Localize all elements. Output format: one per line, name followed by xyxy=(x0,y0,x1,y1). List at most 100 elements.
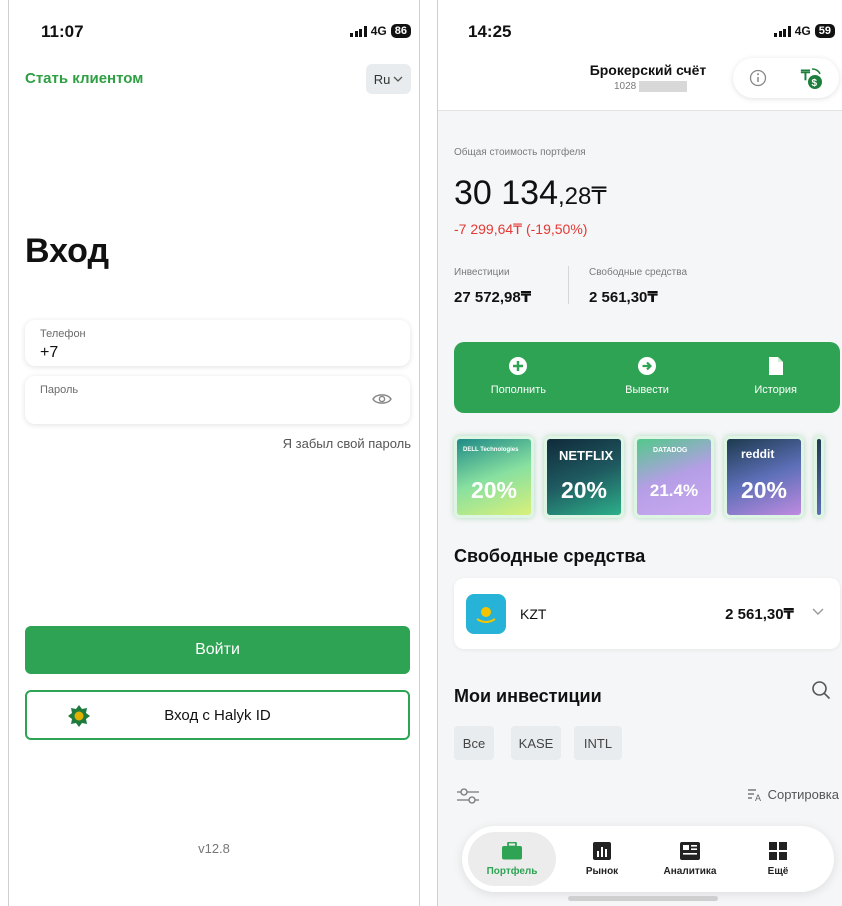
phone-value: +7 xyxy=(40,344,59,361)
forgot-password-link[interactable]: Я забыл свой пароль xyxy=(283,436,411,451)
sort-button[interactable]: A Сортировка xyxy=(747,787,839,802)
language-selector[interactable]: Ru xyxy=(366,64,411,94)
history-button[interactable]: История xyxy=(711,342,840,413)
investments-label: Инвестиции xyxy=(454,267,510,278)
header: Брокерский счёт 1028 ₸ $ xyxy=(438,56,842,111)
story-brand: reddit xyxy=(741,447,775,461)
chevron-down-icon xyxy=(393,76,403,82)
halyk-id-button[interactable]: Вход с Halyk ID xyxy=(25,690,410,740)
story-brand: DELL Technologies xyxy=(463,447,519,453)
story-reddit[interactable]: reddit 20% xyxy=(724,436,804,518)
home-indicator xyxy=(568,896,718,901)
portfolio-screen: 14:25 4G 59 Брокерский счёт 1028 ₸ $ Общ… xyxy=(437,0,842,906)
withdraw-label: Вывести xyxy=(625,384,669,396)
account-number: 1028 xyxy=(614,81,688,92)
currency-card[interactable]: KZT 2 561,30₸ xyxy=(454,578,840,649)
account-number-mask xyxy=(639,81,688,92)
plus-circle-icon xyxy=(509,357,528,375)
nav-more-label: Ещё xyxy=(767,865,789,877)
app-version: v12.8 xyxy=(198,841,230,856)
status-indicators: 4G 86 xyxy=(350,24,411,38)
grid-icon xyxy=(769,841,787,860)
eye-icon[interactable] xyxy=(372,392,392,406)
story-datadog[interactable]: DATADOG 21.4% xyxy=(634,436,714,518)
login-button[interactable]: Войти xyxy=(25,626,410,674)
story-partial[interactable] xyxy=(814,436,824,518)
svg-text:A: A xyxy=(755,793,761,802)
withdraw-button[interactable]: Вывести xyxy=(583,342,712,413)
portfolio-label: Общая стоимость портфеля xyxy=(454,147,586,158)
topup-label: Пополнить xyxy=(490,384,546,396)
nav-market[interactable]: Рынок xyxy=(558,832,646,886)
status-indicators: 4G 59 xyxy=(774,24,835,38)
free-funds-label: Свободные средства xyxy=(589,267,688,278)
story-brand: DATADOG xyxy=(653,447,688,454)
story-percent: 20% xyxy=(470,477,518,503)
free-funds-value: 2 561,30₸ xyxy=(589,289,658,306)
story-percent: 21.4% xyxy=(649,481,699,500)
header-actions: ₸ $ xyxy=(733,58,839,98)
password-field[interactable]: Пароль xyxy=(25,376,410,424)
portfolio-total: 30 134,28₸ xyxy=(454,174,607,213)
password-label: Пароль xyxy=(40,384,79,396)
document-icon xyxy=(768,357,783,375)
signal-icon xyxy=(350,25,367,37)
filter-chip-kase[interactable]: KASE xyxy=(511,726,561,760)
halyk-id-label: Вход с Halyk ID xyxy=(164,706,271,724)
page-title: Вход xyxy=(25,232,110,270)
action-bar: Пополнить Вывести История xyxy=(454,342,840,413)
signal-icon xyxy=(774,25,791,37)
info-icon[interactable] xyxy=(749,69,767,87)
investments-value: 27 572,98₸ xyxy=(454,289,532,306)
total-dec: ,28₸ xyxy=(558,183,607,210)
total-int: 30 134 xyxy=(454,174,558,212)
currency-exchange-icon[interactable]: ₸ $ xyxy=(798,65,824,91)
search-icon[interactable] xyxy=(811,680,831,700)
story-dell[interactable]: DELL Technologies 20% xyxy=(454,436,534,518)
free-funds-section-title: Свободные средства xyxy=(454,546,646,566)
bar-chart-icon xyxy=(593,841,611,860)
story-percent: 20% xyxy=(740,477,788,503)
svg-text:$: $ xyxy=(811,78,817,89)
story-brand: NETFLIX xyxy=(559,448,614,463)
history-label: История xyxy=(754,384,798,396)
briefcase-icon xyxy=(502,841,522,859)
chevron-down-icon[interactable] xyxy=(812,608,824,616)
investments-section-title: Мои инвестиции xyxy=(454,686,602,706)
promo-stories: DELL Technologies 20% NETFLIX 20% DATADO… xyxy=(454,436,824,518)
status-time: 11:07 xyxy=(41,22,84,41)
currency-code: KZT xyxy=(520,606,547,622)
become-client-link[interactable]: Стать клиентом xyxy=(25,70,143,87)
language-label: Ru xyxy=(373,71,391,87)
newspaper-icon xyxy=(680,841,700,860)
phone-field[interactable]: Телефон +7 xyxy=(25,320,410,366)
nav-portfolio[interactable]: Портфель xyxy=(468,832,556,886)
divider xyxy=(568,266,569,304)
topup-button[interactable]: Пополнить xyxy=(454,342,583,413)
network-type: 4G xyxy=(370,24,387,38)
filter-sliders-icon[interactable] xyxy=(456,786,480,806)
portfolio-change: -7 299,64₸ (-19,50%) xyxy=(454,221,588,237)
sort-icon: A xyxy=(747,788,761,802)
story-percent: 20% xyxy=(560,477,608,503)
filter-chip-intl[interactable]: INTL xyxy=(574,726,622,760)
nav-market-label: Рынок xyxy=(585,865,619,877)
currency-value: 2 561,30₸ xyxy=(725,606,794,623)
login-screen: 11:07 4G 86 Стать клиентом Ru Вход Телеф… xyxy=(8,0,420,906)
account-number-text: 1028 xyxy=(614,81,637,92)
nav-analytics-label: Аналитика xyxy=(663,865,717,877)
battery-icon: 86 xyxy=(390,24,411,38)
nav-analytics[interactable]: Аналитика xyxy=(646,832,734,886)
status-time: 14:25 xyxy=(468,22,512,41)
battery-icon: 59 xyxy=(814,24,835,38)
kazakhstan-flag-icon xyxy=(466,594,506,634)
halyk-logo-icon xyxy=(68,705,90,727)
nav-more[interactable]: Ещё xyxy=(734,832,822,886)
nav-portfolio-label: Портфель xyxy=(486,865,538,877)
network-type: 4G xyxy=(794,24,811,38)
account-title: Брокерский счёт xyxy=(589,62,707,78)
arrow-right-circle-icon xyxy=(638,357,656,375)
filter-chip-all[interactable]: Все xyxy=(454,726,494,760)
sort-label: Сортировка xyxy=(767,787,839,802)
story-netflix[interactable]: NETFLIX 20% xyxy=(544,436,624,518)
